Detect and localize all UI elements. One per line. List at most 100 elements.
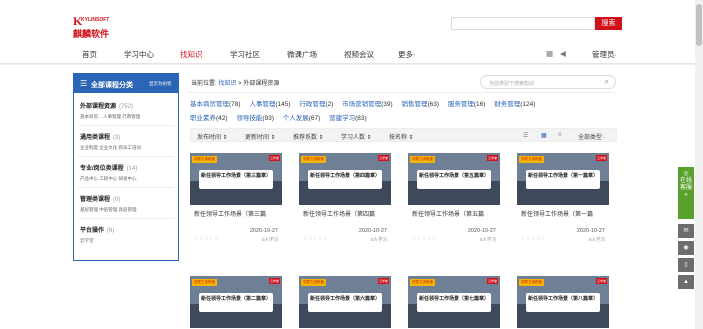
- course-title[interactable]: 新任领导工作场景（第五篇: [412, 209, 484, 218]
- tag-link[interactable]: 营建学习(83): [329, 115, 367, 122]
- sort-bar: 发布时间 ⇕ 更新时间 ⇕ 推荐系数 ⇕ 学习人数 ⇕ 按名称 ⇕ ☰ ▦ ≡ …: [190, 128, 617, 142]
- global-search-input[interactable]: [451, 17, 595, 30]
- course-thumbnail[interactable]: 领导力训练营 云学堂 新任领导工作场景（第六篇章）: [299, 276, 391, 328]
- logo-chinese: 麒麟软件: [73, 29, 110, 39]
- course-date: 2020-10-27: [467, 228, 496, 234]
- thumb-tag: 领导力训练营: [192, 156, 217, 163]
- rating-stars: ☆☆☆☆☆: [521, 236, 546, 242]
- back-to-top-icon[interactable]: ▲: [678, 275, 694, 289]
- thumb-badge: 云学堂: [486, 155, 498, 161]
- header: K KYLINSOFT 麒麟软件 搜索: [0, 0, 695, 42]
- thumb-banner: 新任领导工作场景（第八篇章）: [526, 293, 600, 312]
- category-professional[interactable]: 专业/岗位类课程 (14): [80, 163, 137, 172]
- tag-link[interactable]: 财务管理(124): [494, 101, 535, 108]
- category-external[interactable]: 外部课程资源 (752): [80, 101, 133, 110]
- chat-icon[interactable]: ◉: [678, 241, 694, 255]
- floating-toolbar: ◎ 在线客服» ✉ ◉ ▯ ▲: [678, 167, 694, 294]
- tag-link[interactable]: 行政管理(2): [299, 101, 333, 108]
- divider: [187, 92, 617, 93]
- course-date: 2020-10-27: [576, 228, 605, 234]
- course-thumbnail[interactable]: 领导力训练营 云学堂 新任领导工作场景（第二篇章）: [190, 276, 282, 328]
- sort-update-time[interactable]: 更新时间 ⇕: [245, 132, 276, 141]
- sort-publish-time[interactable]: 发布时间 ⇕: [197, 132, 228, 141]
- global-search-button[interactable]: 搜索: [595, 17, 622, 30]
- tag-link[interactable]: 基本商贸管理(78): [190, 101, 241, 108]
- user-menu[interactable]: 管理员·: [592, 49, 617, 60]
- detail-view-icon[interactable]: ≡: [558, 132, 562, 138]
- thumb-badge: 云学堂: [268, 155, 280, 161]
- thumb-tag: 领导力训练营: [519, 279, 544, 286]
- scrollbar-thumb[interactable]: [696, 4, 702, 46]
- subcategory-links[interactable]: 云学堂: [80, 238, 94, 244]
- calendar-icon[interactable]: ▦: [546, 49, 553, 58]
- mobile-icon[interactable]: ▯: [678, 258, 694, 272]
- category-tags-row2: 职业素养(42) 领导技能(93) 个人发展(67) 营建学习(83): [190, 112, 374, 122]
- thumb-badge: 云学堂: [595, 155, 607, 161]
- rating-stars: ☆☆☆☆☆: [412, 236, 437, 242]
- divider: [78, 218, 174, 219]
- category-general[interactable]: 通用类课程 (3): [80, 132, 120, 141]
- breadcrumb-current: > 外部课程资源: [238, 81, 280, 87]
- subcategory-links[interactable]: 基层管理 中层管理 高层管理: [80, 207, 137, 213]
- course-thumbnail[interactable]: 领导力训练营 云学堂 新任领导工作场景（第一篇章）: [517, 153, 609, 205]
- thumb-tag: 领导力训练营: [519, 156, 544, 163]
- thumb-banner: 新任领导工作场景（第七篇章）: [417, 293, 491, 312]
- message-icon[interactable]: ✉: [678, 224, 694, 238]
- tag-link[interactable]: 职业素养(42): [190, 115, 228, 122]
- subcategory-links[interactable]: 基本商贸... 人事管理 行政管理: [80, 114, 140, 120]
- course-thumbnail[interactable]: 领导力训练营 云学堂 新任领导工作场景（第四篇章）: [299, 153, 391, 205]
- type-filter-dropdown[interactable]: 全部类型 ·: [578, 132, 606, 141]
- online-service-label: 在线客服: [679, 178, 692, 191]
- company-logo[interactable]: K KYLINSOFT 麒麟软件: [73, 14, 113, 40]
- logo-english: KYLINSOFT: [81, 17, 110, 23]
- category-platform[interactable]: 平台操作 (6): [80, 225, 114, 234]
- sort-name[interactable]: 按名称 ⇕: [389, 132, 414, 141]
- thumb-banner: 新任领导工作场景（第六篇章）: [308, 293, 382, 312]
- course-date: 2020-10-27: [358, 228, 387, 234]
- thumb-badge: 云学堂: [268, 278, 280, 284]
- page-scrollbar[interactable]: [695, 0, 703, 329]
- course-thumbnail[interactable]: 领导力训练营 云学堂新任领导工作场景（第三篇章）: [190, 153, 282, 205]
- nav-learning-center[interactable]: 学习中心: [124, 49, 154, 60]
- thumb-tag: 领导力训练营: [301, 279, 326, 286]
- thumb-tag: 领导力训练营: [301, 156, 326, 163]
- headset-icon: ◎: [683, 171, 689, 177]
- grid-view-icon[interactable]: ▦: [541, 132, 547, 139]
- breadcrumb-link[interactable]: 找知识: [218, 81, 236, 87]
- tag-link[interactable]: 服务管理(16): [448, 101, 486, 108]
- tag-link[interactable]: 市场营销管理(39): [342, 101, 393, 108]
- course-date: 2020-10-27: [249, 228, 278, 234]
- course-title[interactable]: 新任领导工作场景（第三篇: [194, 209, 266, 218]
- nav-home[interactable]: 首页: [82, 49, 97, 60]
- subcategory-links[interactable]: 企业制度 企业文化 新员工培训: [80, 145, 141, 151]
- nav-micro-course[interactable]: 微课广场: [287, 49, 317, 60]
- tag-link[interactable]: 个人发展(67): [283, 115, 321, 122]
- speaker-icon[interactable]: ◀: [560, 49, 566, 58]
- sort-learners[interactable]: 学习人数 ⇕: [341, 132, 372, 141]
- search-icon[interactable]: ⌕: [605, 77, 609, 87]
- nav-community[interactable]: 学习社区: [230, 49, 260, 60]
- sort-recommend[interactable]: 推荐系数 ⇕: [293, 132, 324, 141]
- nav-more[interactable]: 更多·: [398, 49, 416, 60]
- course-thumbnail[interactable]: 领导力训练营 云学堂 新任领导工作场景（第七篇章）: [408, 276, 500, 328]
- divider: [78, 187, 174, 188]
- tag-link[interactable]: 领导技能(93): [236, 115, 274, 122]
- course-thumbnail[interactable]: 领导力训练营 云学堂 新任领导工作场景（第八篇章）: [517, 276, 609, 328]
- list-view-icon[interactable]: ☰: [523, 132, 528, 139]
- tag-link[interactable]: 人事管理(145): [249, 101, 290, 108]
- thumb-banner: 新任领导工作场景（第三篇章）: [199, 170, 273, 189]
- course-thumbnail[interactable]: 领导力训练营 云学堂 新任领导工作场景（第五篇章）: [408, 153, 500, 205]
- breadcrumb-prefix: 当前位置:: [191, 81, 217, 87]
- course-title[interactable]: 新任领导工作场景（第一篇: [521, 209, 593, 218]
- thumb-badge: 云学堂: [377, 155, 389, 161]
- tree-toggle-link[interactable]: 显示为树状: [149, 81, 172, 87]
- tag-link[interactable]: 销售管理(63): [402, 101, 440, 108]
- nav-video-meeting[interactable]: 视频会议: [344, 49, 374, 60]
- category-search-input[interactable]: 当前类别下搜索知识 ⌕: [480, 75, 616, 89]
- online-service-button[interactable]: ◎ 在线客服»: [678, 167, 694, 219]
- course-title[interactable]: 新任领导工作场景（第四篇: [303, 209, 375, 218]
- subcategory-links[interactable]: 产品中心 工程中心 研发中心: [80, 176, 137, 182]
- nav-find-knowledge[interactable]: 找知识: [180, 49, 203, 60]
- category-management[interactable]: 管理类课程 (0): [80, 194, 120, 203]
- thumb-banner: 新任领导工作场景（第二篇章）: [199, 293, 273, 312]
